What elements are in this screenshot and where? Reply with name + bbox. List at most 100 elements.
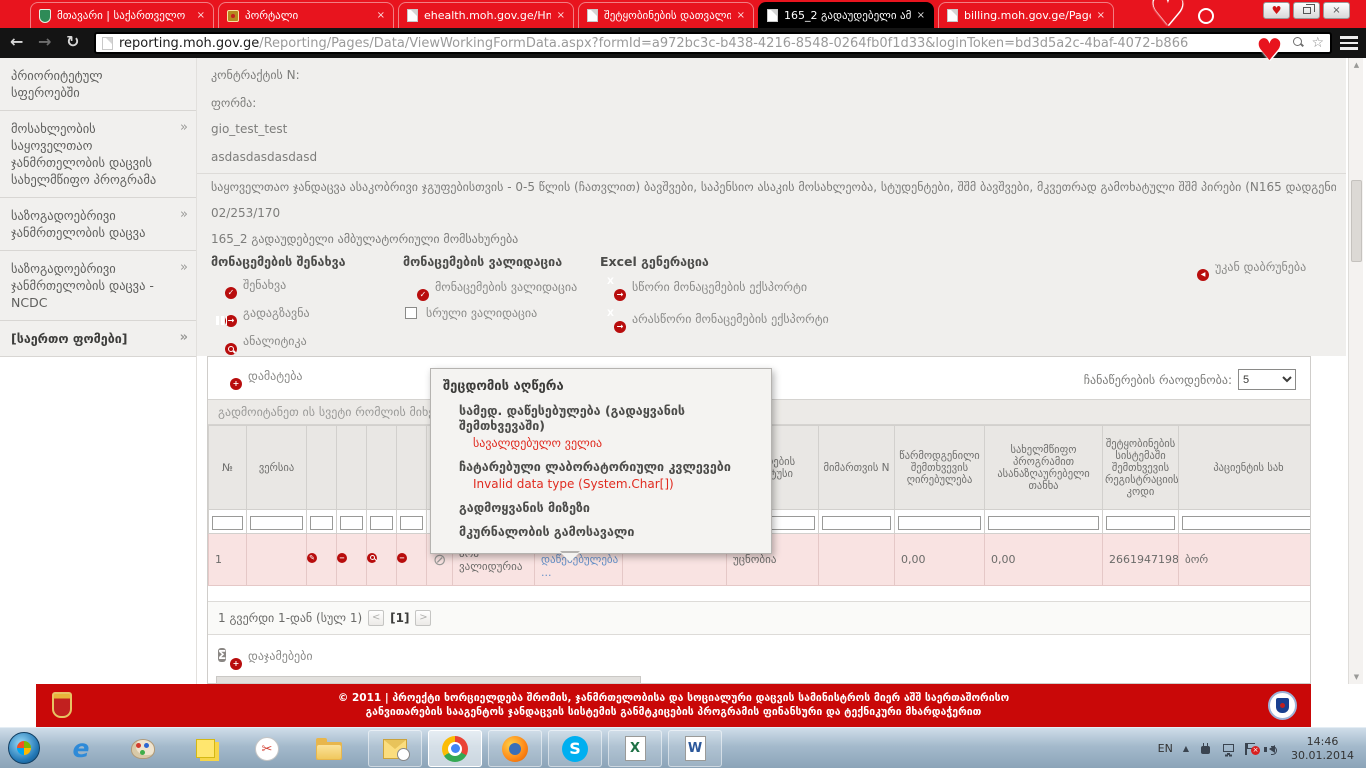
tab-close-icon[interactable]: × — [377, 10, 385, 21]
scroll-down-icon[interactable]: ▼ — [1349, 673, 1364, 681]
page-scrollbar[interactable]: ▲ ▼ — [1348, 58, 1363, 684]
filter-input[interactable] — [340, 516, 363, 530]
add-record-button[interactable]: + დამატება — [218, 365, 303, 387]
back-button[interactable]: ← — [10, 32, 23, 51]
sidebar-item-priority-areas[interactable]: პრიორიტეტულ სფეროებში — [0, 58, 196, 110]
filter-input[interactable] — [400, 516, 423, 530]
column-header-reg-code[interactable]: შეტყობინების სისტემაში შემთხვევის რეგისტ… — [1103, 426, 1179, 510]
tab-mtavari[interactable]: მთავარი | საქართველო × — [30, 2, 214, 28]
next-page-button[interactable]: > — [415, 610, 431, 626]
column-header-version[interactable]: ვერსია — [247, 426, 307, 510]
cell-view[interactable] — [367, 534, 397, 586]
send-button[interactable]: → გადაგზავნა — [213, 302, 310, 324]
tab-portali[interactable]: პორტალი × — [218, 2, 394, 28]
chevron-right-icon: » — [180, 119, 188, 136]
network-icon[interactable] — [1222, 742, 1235, 755]
tray-expand-icon[interactable]: ▲ — [1183, 744, 1189, 753]
column-header-icon — [367, 426, 397, 510]
validate-icon: ✓ — [405, 276, 426, 298]
filter-input[interactable] — [1106, 516, 1175, 530]
taskbar-internet-explorer[interactable]: e — [54, 730, 108, 767]
taskbar-paint[interactable] — [116, 730, 170, 767]
save-button[interactable]: ✓ შენახვა — [213, 274, 286, 296]
validate-button[interactable]: ✓ მონაცემების ვალიდაცია — [405, 276, 577, 298]
taskbar-outlook[interactable] — [368, 730, 422, 767]
filter-input[interactable] — [1182, 516, 1311, 530]
filter-input[interactable] — [988, 516, 1099, 530]
scrollbar-thumb[interactable] — [1351, 180, 1362, 262]
start-button[interactable] — [8, 732, 40, 764]
power-plug-icon[interactable] — [1199, 742, 1212, 755]
cell-program-amount: 0,00 — [985, 534, 1103, 586]
reload-button[interactable]: ↻ — [66, 32, 79, 51]
chrome-icon — [442, 736, 468, 762]
search-icon[interactable] — [1293, 37, 1305, 49]
tab-close-icon[interactable]: × — [917, 10, 925, 21]
windows-taskbar: e ✂ S X W EN ▲ 14:46 30.01.2014 — [0, 727, 1366, 768]
tab-close-icon[interactable]: × — [197, 10, 205, 21]
filter-input[interactable] — [370, 516, 393, 530]
column-header-program-amount[interactable]: სახელმწიფო პროგრამით ასანაზღაურებელი თან… — [985, 426, 1103, 510]
tab-close-icon[interactable]: × — [737, 10, 745, 21]
cell-remove[interactable]: − — [397, 534, 427, 586]
page-favicon — [767, 9, 778, 22]
back-to-list-button[interactable]: ◀ უკან დაბრუნება — [1185, 256, 1306, 278]
taskbar-sticky-notes[interactable] — [178, 730, 232, 767]
tab-ehealth[interactable]: ehealth.moh.gov.ge/Hmis × — [398, 2, 574, 28]
taskbar-clock[interactable]: 14:46 30.01.2014 — [1291, 735, 1362, 763]
export-valid-button[interactable]: X→ სწორი მონაცემების ექსპორტი — [602, 276, 807, 298]
records-count-select[interactable]: 5 — [1238, 369, 1296, 390]
action-center-flag-icon[interactable] — [1245, 742, 1258, 755]
tab-label: მთავარი | საქართველო — [57, 9, 191, 22]
column-header-patient-name[interactable]: პაციენტის სახ — [1179, 426, 1312, 510]
cell-edit[interactable]: ✎ — [307, 534, 337, 586]
scroll-up-icon[interactable]: ▲ — [1349, 61, 1364, 69]
analytics-button[interactable]: ანალიტიკა — [213, 330, 307, 352]
address-bar[interactable]: reporting.moh.gov.ge/Reporting/Pages/Dat… — [94, 32, 1332, 54]
speaker-icon[interactable] — [1268, 742, 1281, 755]
bookmark-star-icon[interactable]: ☆ — [1311, 35, 1324, 51]
filter-input[interactable] — [250, 516, 303, 530]
tab-active-165-2[interactable]: 165_2 გადაუდებელი ამბუ × — [758, 2, 934, 28]
sidebar-item-common-forms[interactable]: [საერთო ფომები] » — [0, 320, 196, 356]
taskbar-word[interactable]: W — [668, 730, 722, 767]
language-indicator[interactable]: EN — [1158, 742, 1173, 755]
taskbar-skype[interactable]: S — [548, 730, 602, 767]
sidebar-item-public-health[interactable]: საზოგადოებრივი ჯანმრთელობის დაცვა » — [0, 197, 196, 250]
forward-button[interactable]: → — [38, 32, 51, 51]
tab-close-icon[interactable]: × — [1097, 10, 1105, 21]
tab-close-icon[interactable]: × — [557, 10, 565, 21]
column-header-referral-n[interactable]: მიმართვის N — [819, 426, 895, 510]
tab-billing[interactable]: billing.moh.gov.ge/Pages × — [938, 2, 1114, 28]
column-header-num[interactable]: № — [209, 426, 247, 510]
taskbar-snipping-tool[interactable]: ✂ — [240, 730, 294, 767]
filter-input[interactable] — [212, 516, 243, 530]
current-page[interactable]: [1] — [390, 611, 409, 625]
close-button[interactable]: × — [1323, 2, 1350, 19]
summaries-button[interactable]: Σ+ დაჯამებები — [218, 645, 313, 667]
minimize-button[interactable]: ♥ — [1263, 2, 1290, 19]
tab-shetkobineba[interactable]: შეტყობინების დათვალი × — [578, 2, 754, 28]
taskbar-chrome-active[interactable] — [428, 730, 482, 767]
previous-page-button[interactable]: < — [368, 610, 384, 626]
filter-input[interactable] — [898, 516, 981, 530]
taskbar-excel[interactable]: X — [608, 730, 662, 767]
link-ellipsis[interactable]: ... — [541, 566, 616, 579]
column-header-case-cost[interactable]: წარმოდგენილი შემთხვევის ღირებულება — [895, 426, 985, 510]
save-group-title: მონაცემების შენახვა — [211, 254, 346, 269]
taskbar-explorer[interactable] — [302, 730, 356, 767]
filter-input[interactable] — [310, 516, 333, 530]
taskbar-firefox[interactable] — [488, 730, 542, 767]
full-validation-checkbox[interactable] — [405, 307, 417, 319]
browser-menu-button[interactable] — [1340, 36, 1358, 53]
url-text[interactable]: reporting.moh.gov.ge/Reporting/Pages/Dat… — [119, 36, 1287, 51]
contract-label: კონტრაქტის N: — [211, 68, 300, 82]
sidebar-item-public-health-ncdc[interactable]: საზოგადოებრივი ჯანმრთელობის დაცვა - NCDC… — [0, 250, 196, 320]
cell-delete[interactable]: − — [337, 534, 367, 586]
heart-minimize-icon: ♥ — [1272, 4, 1282, 17]
sidebar-item-universal-healthcare[interactable]: მოსახლეობის საყოველთაო ჯანმრთელობის დაცვ… — [0, 110, 196, 197]
filter-input[interactable] — [822, 516, 891, 530]
restore-button[interactable] — [1293, 2, 1320, 19]
records-count-control: ჩანაწერების რაოდენობა: 5 — [1084, 369, 1296, 390]
export-invalid-button[interactable]: X→ არასწორი მონაცემების ექსპორტი — [602, 308, 829, 330]
